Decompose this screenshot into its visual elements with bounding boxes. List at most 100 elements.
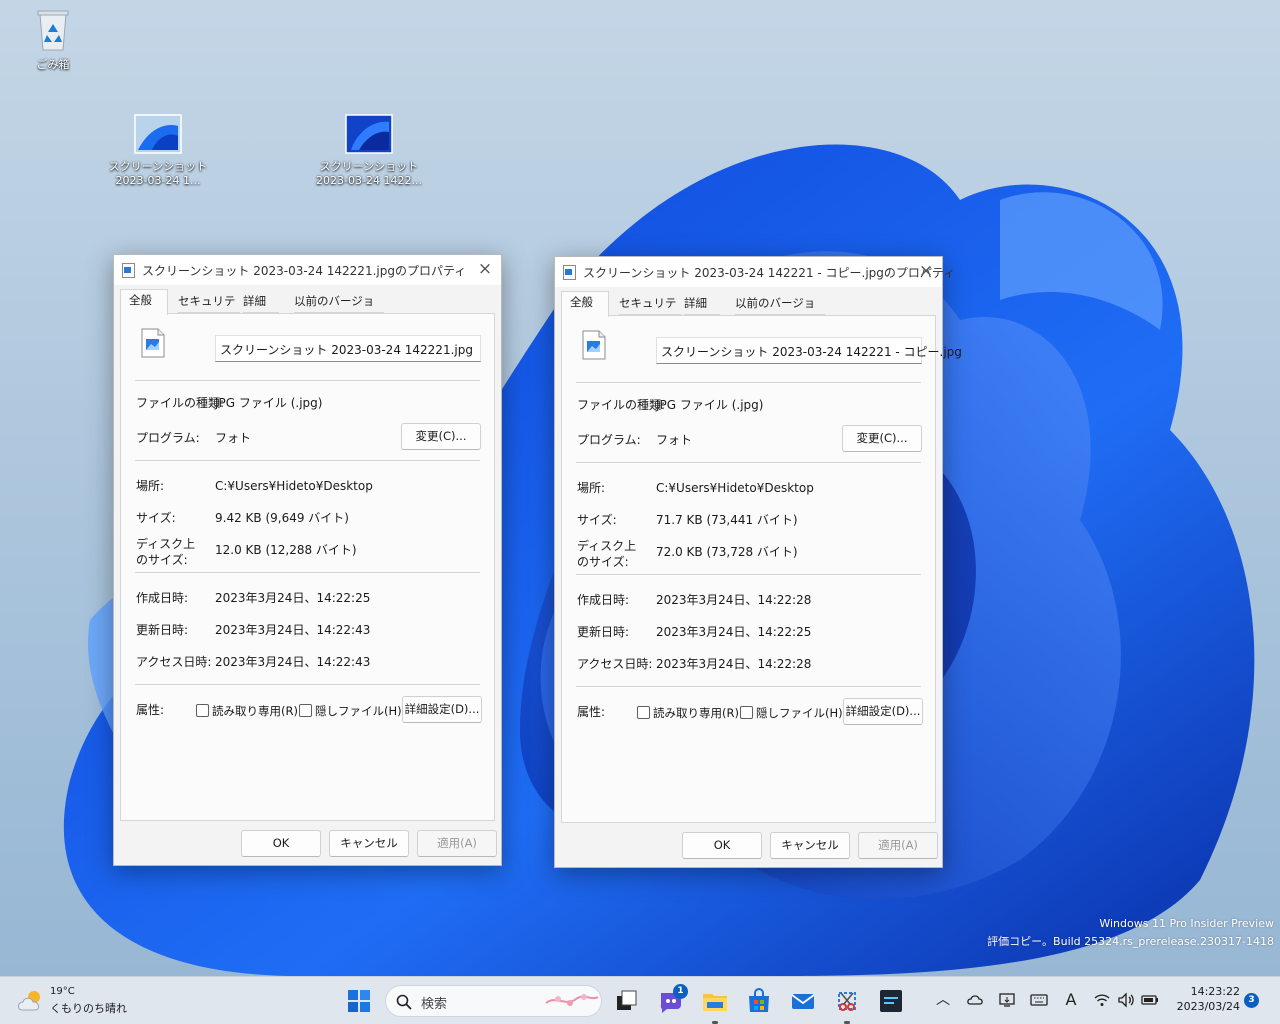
hidden-checkbox[interactable]: 隠しファイル(H) [299,703,402,719]
desktop-icon-screenshot-1[interactable]: スクリーンショット 2023-03-24 1... [103,114,213,188]
snipping-tool-button[interactable] [831,985,863,1024]
tab-previous-versions[interactable]: 以前のバージョン [294,291,384,328]
store-button[interactable] [743,985,775,1017]
accessed-label: アクセス日時: [577,657,653,671]
weather-temperature: 19°C [50,986,75,997]
chevron-up-icon[interactable]: ︿ [934,991,952,1009]
checkbox-box[interactable] [740,706,753,719]
mail-icon [791,994,815,1009]
advanced-button[interactable]: 詳細設定(D)... [402,696,482,723]
file-type-label: ファイルの種類: [577,398,666,412]
modified-label: 更新日時: [136,623,189,637]
checkbox-box[interactable] [637,706,650,719]
tab-general[interactable]: 全般 [120,289,168,315]
tab-previous-versions[interactable]: 以前のバージョン [735,293,825,330]
general-panel: スクリーンショット 2023-03-24 142221.jpg ファイルの種類:… [120,313,495,821]
divider [576,686,921,687]
dialog-titlebar[interactable]: スクリーンショット 2023-03-24 142221 - コピー.jpgのプロ… [555,257,955,287]
general-panel: スクリーンショット 2023-03-24 142221 - コピー.jpg ファ… [561,315,962,823]
change-program-button[interactable]: 変更(C)... [401,423,481,450]
task-view-icon [617,990,637,1010]
store-icon [749,988,769,1012]
change-program-button[interactable]: 変更(C)... [842,425,922,452]
jpg-file-icon [582,330,606,360]
taskbar-search-box[interactable]: 検索 [385,985,602,1017]
dev-home-button[interactable] [875,985,907,1017]
apply-button[interactable]: 適用(A) [858,832,938,859]
tab-details[interactable]: 詳細 [243,291,279,313]
apply-button[interactable]: 適用(A) [417,830,497,857]
advanced-button[interactable]: 詳細設定(D)... [843,698,923,725]
accessed-value: 2023年3月24日、14:22:43 [215,655,371,669]
filename-field[interactable]: スクリーンショット 2023-03-24 142221.jpg [215,335,481,362]
disk-size-value: 72.0 KB (73,728 バイト) [656,545,798,559]
properties-dialog-1: スクリーンショット 2023-03-24 142221.jpgのプロパティ × … [113,254,502,866]
hidden-checkbox-label: 隠しファイル(H) [315,704,402,718]
tab-details[interactable]: 詳細 [684,293,720,315]
disk-size-label-line2: のサイズ: [136,553,188,567]
hidden-checkbox[interactable]: 隠しファイル(H) [740,705,843,721]
tab-general[interactable]: 全般 [561,291,609,317]
divider [576,462,921,463]
tab-strip: 全般 セキュリティ 詳細 以前のバージョン [120,289,495,328]
start-button[interactable] [343,985,375,1017]
recycle-bin[interactable]: ごみ箱 [0,8,108,72]
divider [135,684,480,685]
clock-time: 14:23:22 [1190,985,1240,998]
mail-button[interactable] [787,985,819,1017]
close-button[interactable]: × [910,257,942,287]
created-label: 作成日時: [577,593,630,607]
checkbox-box[interactable] [196,704,209,717]
search-placeholder: 検索 [421,997,448,1012]
checkbox-box[interactable] [299,704,312,717]
divider [135,380,480,381]
search-icon [396,994,412,1010]
readonly-checkbox[interactable]: 読み取り専用(R) [196,703,298,719]
wifi-icon[interactable] [1093,991,1111,1009]
battery-icon[interactable] [1141,991,1159,1009]
recycle-bin-label: ごみ箱 [36,58,70,71]
hidden-checkbox-label: 隠しファイル(H) [756,706,843,720]
tab-security[interactable]: セキュリティ [619,293,681,330]
modified-value: 2023年3月24日、14:22:25 [656,625,812,639]
location-label: 場所: [577,481,606,495]
ime-mode-indicator[interactable]: A [1062,991,1080,1009]
ok-button[interactable]: OK [682,832,762,859]
divider [135,572,480,573]
program-label: プログラム: [136,431,200,445]
display-icon[interactable] [998,991,1016,1009]
keyboard-icon[interactable] [1030,991,1048,1009]
readonly-checkbox[interactable]: 読み取り専用(R) [637,705,739,721]
build-watermark-line1: Windows 11 Pro Insider Preview [1099,917,1274,930]
divider [576,574,921,575]
modified-label: 更新日時: [577,625,630,639]
close-button[interactable]: × [469,255,501,285]
tab-security[interactable]: セキュリティ [178,291,240,328]
cancel-button[interactable]: キャンセル [770,832,850,859]
desktop-icon-screenshot-2[interactable]: スクリーンショット 2023-03-24 1422... [314,114,424,188]
dev-app-icon [880,990,902,1012]
search-highlight-icon [545,994,599,1006]
chat-button[interactable]: 1 [655,984,688,1017]
cancel-button[interactable]: キャンセル [329,830,409,857]
properties-dialog-2: スクリーンショット 2023-03-24 142221 - コピー.jpgのプロ… [554,256,962,868]
modified-value: 2023年3月24日、14:22:43 [215,623,371,637]
dialog-titlebar[interactable]: スクリーンショット 2023-03-24 142221.jpgのプロパティ × [114,255,501,285]
ok-button[interactable]: OK [241,830,321,857]
accessed-label: アクセス日時: [136,655,212,669]
build-watermark-line2: 評価コピー。Build 25324.rs_prerelease.230317-1… [987,935,1274,948]
readonly-checkbox-label: 読み取り専用(R) [653,706,739,720]
location-label: 場所: [136,479,165,493]
task-view-button[interactable] [611,985,643,1017]
file-explorer-button[interactable] [699,985,731,1024]
filename-field[interactable]: スクリーンショット 2023-03-24 142221 - コピー.jpg [656,337,962,364]
speaker-icon[interactable] [1117,991,1135,1009]
notification-badge[interactable]: 3 [1244,993,1259,1008]
attributes-label: 属性: [136,703,165,717]
weather-widget[interactable]: 19°C くもりのち晴れ [14,985,134,1017]
disk-size-label-line1: ディスク上 [136,537,196,551]
disk-size-value: 12.0 KB (12,288 バイト) [215,543,357,557]
onedrive-cloud-icon[interactable] [966,991,984,1009]
clock[interactable]: 14:23:22 2023/03/24 [1170,984,1240,1014]
created-value: 2023年3月24日、14:22:28 [656,593,812,607]
